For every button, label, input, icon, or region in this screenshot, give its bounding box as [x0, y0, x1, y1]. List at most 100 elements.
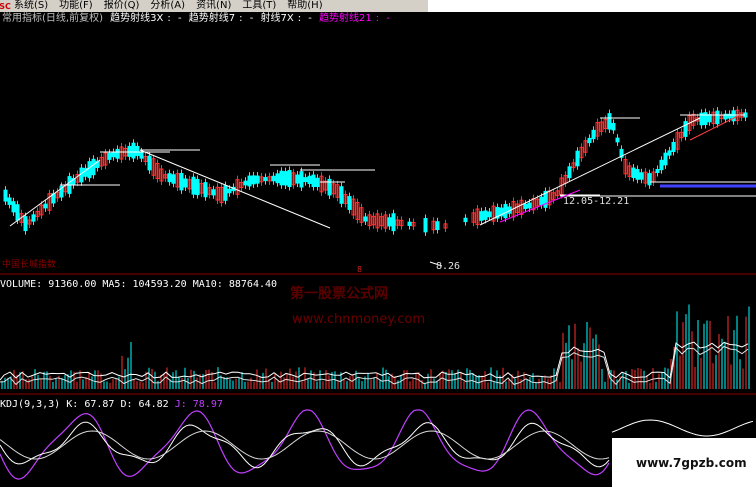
candle-body: [115, 148, 120, 159]
candle-body: [107, 152, 112, 160]
candle-body: [683, 121, 688, 137]
candle-body: [183, 178, 188, 188]
indicator-4-value: -: [386, 13, 390, 24]
candle-body: [615, 137, 620, 143]
candle-body: [203, 182, 208, 198]
candle-body: [527, 202, 532, 209]
candle-body: [211, 189, 216, 196]
candle-body: [479, 211, 484, 221]
kdj-k-line: [0, 421, 610, 469]
candle-body: [639, 172, 644, 180]
indicator-1-label: 趋势射线3X: [110, 13, 164, 24]
kdj-d-value: 64.82: [138, 399, 169, 410]
candle-body: [223, 185, 228, 201]
kdj-name: KDJ(9,3,3): [0, 399, 61, 410]
candle-body: [539, 196, 544, 206]
candle-body: [87, 161, 92, 179]
candle-body: [307, 175, 312, 184]
candle-body: [339, 186, 344, 204]
candle-body: [127, 145, 132, 157]
candle-body: [387, 217, 392, 227]
candle-body: [631, 167, 636, 179]
candle-body: [295, 174, 300, 184]
candle-body: [503, 203, 508, 219]
watermark-title: 第一股票公式网: [290, 286, 388, 302]
candle-body: [11, 201, 16, 213]
candle-body: [279, 170, 284, 186]
candle-body: [575, 150, 580, 167]
candle-body: [303, 177, 308, 183]
candle-body: [131, 142, 136, 159]
candle-body: [3, 189, 8, 202]
candle-body: [587, 137, 592, 144]
candle-body: [243, 180, 248, 186]
kdj-d-label: D:: [120, 399, 133, 410]
candle-body: [659, 159, 664, 171]
candle-body: [311, 174, 316, 188]
volume-label: VOLUME:: [0, 279, 43, 290]
candle-body: [227, 188, 232, 194]
kdj-j-label: J:: [174, 399, 187, 410]
ma10-label: MA10:: [192, 279, 223, 290]
ma10-value: 88764.40: [228, 279, 278, 290]
candle-body: [191, 176, 196, 195]
candle-body: [435, 221, 440, 231]
candle-body: [275, 173, 280, 184]
candle-body: [15, 204, 20, 221]
candle-body: [483, 210, 488, 220]
site-watermark-badge: www.7gpzb.com: [612, 438, 756, 487]
kdj-k-label: K:: [66, 399, 79, 410]
indicator-2-label: 趋势射线7: [188, 13, 236, 24]
candle-body: [647, 173, 652, 186]
indicator-header: 常用指标(日线,前复权) 趋势射线3X: - 趋势射线7: - 射线7X: - …: [2, 13, 390, 24]
candle-body: [567, 166, 572, 179]
indicator-name: 常用指标(日线,前复权): [2, 13, 103, 24]
kdj-k-value: 67.87: [84, 399, 115, 410]
candle-body: [167, 173, 172, 183]
candle-body: [671, 141, 676, 153]
volume-value: 91360.00: [48, 279, 97, 290]
candle-body: [111, 151, 116, 158]
kdj-j-line: [0, 409, 610, 480]
candle-body: [487, 211, 492, 218]
candle-body: [179, 172, 184, 191]
marker-label: 8: [357, 265, 363, 274]
candle-body: [635, 169, 640, 180]
indicator-3-label: 射线7X: [260, 13, 294, 24]
indicator-1-value: -: [177, 13, 182, 24]
ma5-value: 104593.20: [132, 279, 187, 290]
volume-ma5-line: [0, 341, 749, 381]
candle-body: [591, 129, 596, 140]
candle-body: [347, 196, 352, 210]
candle-body: [247, 175, 252, 187]
candle-body: [135, 145, 140, 157]
stock-chart-window: SC 系统(S) 功能(F) 报价(Q) 分析(A) 资讯(N) 工具(T) 帮…: [0, 0, 756, 487]
candle-body: [667, 150, 672, 156]
candle-body: [271, 175, 276, 182]
candle-body: [171, 174, 176, 184]
candle-body: [607, 113, 612, 130]
candle-body: [423, 217, 428, 233]
kdj-header: KDJ(9,3,3) K: 67.87 D: 64.82 J: 78.97: [0, 399, 223, 411]
chart-canvas[interactable]: [0, 0, 756, 487]
candle-body: [139, 151, 144, 159]
candle-body: [79, 167, 84, 183]
candle-body: [663, 152, 668, 166]
candle-body: [43, 203, 48, 209]
candle-body: [655, 168, 660, 174]
candle-body: [611, 122, 616, 131]
candle-body: [299, 171, 304, 188]
candle-body: [195, 178, 200, 196]
kdj-j-value: 78.97: [192, 399, 223, 410]
candle-body: [7, 197, 12, 205]
trend-ray-early: [9, 159, 101, 227]
candle-body: [703, 112, 708, 126]
candle-body: [31, 214, 36, 222]
candle-body: [283, 171, 288, 186]
ma5-label: MA5:: [102, 279, 127, 290]
candle-body: [315, 177, 320, 188]
indicator-4-label: 趋势射线21: [319, 13, 372, 24]
candle-body: [147, 155, 152, 171]
indicator-3-value: -: [308, 13, 312, 24]
candle-body: [363, 216, 368, 222]
